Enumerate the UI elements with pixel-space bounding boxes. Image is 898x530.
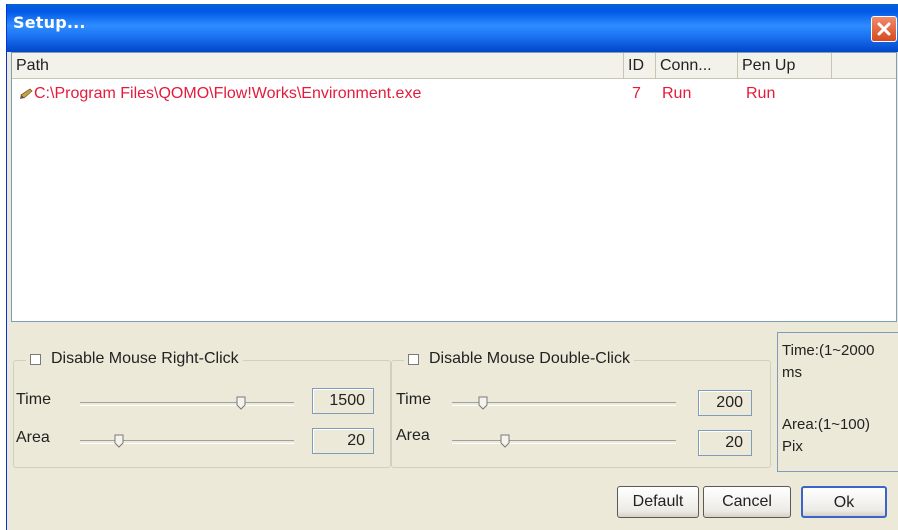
right-click-time-slider[interactable] (80, 402, 294, 406)
setup-dialog: Setup... Path ID Conn... Pen Up C:\Progr… (6, 4, 898, 530)
close-icon (877, 22, 891, 36)
time-unit-text: ms (782, 364, 802, 381)
column-path[interactable]: Path (12, 53, 624, 78)
row-pen-up: Run (746, 85, 776, 102)
title-bar: Setup... (7, 4, 898, 52)
settings-panel: Disable Mouse Right-Click Time 1500 Area… (7, 322, 898, 530)
time-range-text: Time:(1~2000 (782, 342, 875, 359)
area-range-text: Area:(1~100) (782, 416, 870, 433)
right-click-time-label: Time (16, 391, 51, 408)
column-conn[interactable]: Conn... (656, 53, 738, 78)
close-button[interactable] (871, 16, 897, 42)
double-click-area-thumb[interactable] (500, 434, 510, 448)
pen-icon (20, 88, 33, 99)
double-click-time-thumb[interactable] (478, 396, 488, 410)
row-id: 7 (632, 85, 641, 102)
default-button[interactable]: Default (617, 486, 699, 518)
right-click-time-value[interactable]: 1500 (312, 388, 374, 414)
double-click-group: Disable Mouse Double-Click Time 200 Area… (391, 350, 771, 468)
column-id[interactable]: ID (624, 53, 656, 78)
right-click-area-label: Area (16, 429, 50, 446)
double-click-label: Disable Mouse Double-Click (429, 350, 630, 367)
ok-button[interactable]: Ok (801, 486, 887, 518)
list-item[interactable]: C:\Program Files\QOMO\Flow!Works\Environ… (12, 83, 896, 105)
double-click-area-slider[interactable] (452, 440, 676, 444)
right-click-label: Disable Mouse Right-Click (51, 350, 239, 367)
cancel-button[interactable]: Cancel (703, 486, 791, 518)
right-click-time-thumb[interactable] (236, 396, 246, 410)
double-click-time-label: Time (396, 391, 431, 408)
window-title: Setup... (13, 13, 86, 32)
list-header: Path ID Conn... Pen Up (12, 53, 896, 79)
double-click-legend[interactable]: Disable Mouse Double-Click (404, 350, 634, 368)
right-click-checkbox[interactable] (30, 353, 41, 365)
double-click-area-label: Area (396, 427, 430, 444)
program-list[interactable]: Path ID Conn... Pen Up C:\Program Files\… (11, 52, 897, 322)
area-unit-text: Pix (782, 438, 803, 455)
double-click-time-value[interactable]: 200 (698, 390, 752, 416)
row-path: C:\Program Files\QOMO\Flow!Works\Environ… (34, 85, 422, 102)
double-click-checkbox[interactable] (408, 353, 419, 365)
right-click-group: Disable Mouse Right-Click Time 1500 Area… (13, 350, 391, 468)
double-click-area-value[interactable]: 20 (698, 430, 752, 456)
right-click-area-slider[interactable] (80, 440, 294, 444)
right-click-legend[interactable]: Disable Mouse Right-Click (26, 350, 243, 368)
row-conn: Run (662, 85, 692, 102)
range-info: Time:(1~2000 ms Area:(1~100) Pix (777, 332, 898, 472)
column-pen-up[interactable]: Pen Up (738, 53, 832, 78)
right-click-area-thumb[interactable] (114, 434, 124, 448)
right-click-area-value[interactable]: 20 (312, 428, 374, 454)
